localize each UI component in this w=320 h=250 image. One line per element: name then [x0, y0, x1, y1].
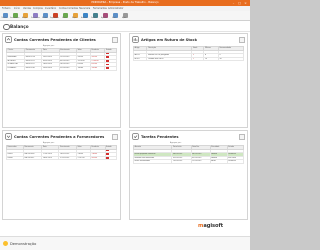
toolbar-mapas-label: Mapas [72, 18, 77, 20]
toolbar-pagamentos-label: Pagamentos [50, 18, 59, 20]
cell: 10-03-2015 [171, 159, 192, 164]
status-flag-icon [106, 63, 110, 66]
cell: 28-01-2015 [41, 155, 60, 161]
table-row[interactable]: F0008 VFA 2015/11 28-01-2015 27-02-2015 … [6, 155, 117, 161]
status-flag-icon [106, 153, 110, 155]
status-text: Demonstração [10, 241, 37, 246]
toolbar-stocks-label: Stocks [62, 18, 67, 20]
page-header: Balanço [0, 22, 250, 32]
toolbar-agenda-label: Agenda [101, 18, 107, 20]
app-window: PRIMAVERA - Empresa - Posto de Trabalho … [0, 0, 250, 250]
window-title: PRIMAVERA - Empresa - Posto de Trabalho … [91, 1, 159, 5]
menu-vendas[interactable]: Vendas [23, 7, 31, 10]
cell: 10 [203, 56, 220, 62]
toolbar-recibos-label: Recibos [42, 18, 48, 20]
panel-fornecedores-title: Contas Correntes Pendentes a Fornecedore… [14, 134, 105, 139]
menu-inventario[interactable]: Inventário [45, 7, 56, 10]
menu-inicio[interactable]: Início [14, 7, 20, 10]
magisoft-logo: magisoft [198, 223, 223, 229]
status-bar: Demonstração [0, 236, 250, 250]
page-title: Balanço [10, 24, 29, 30]
table-row[interactable]: B0107 Teclado Sem Fios PT 1 10 20 [132, 56, 244, 62]
panel-stock: Artigos em Rutura de Stock Artigo Descri… [129, 33, 248, 128]
menu-ficheiro[interactable]: Ficheiro [2, 7, 10, 10]
panel-clientes-title: Contas Correntes Pendentes de Clientes [14, 37, 96, 42]
panel-tarefas-options-button[interactable] [239, 134, 245, 140]
panel-clientes-group-label: Agrupar por: [43, 45, 55, 47]
panel-fornecedores-options-button[interactable] [112, 134, 118, 140]
menu-compras[interactable]: Compras [33, 7, 43, 10]
fornecedores-table: Fornecedor Documento Data Vencimento Val… [6, 145, 117, 161]
cell: 22-03-2015 [58, 66, 77, 71]
panel-stock-title: Artigos em Rutura de Stock [141, 37, 197, 42]
toolbar-documentos-label: Documentos [31, 18, 40, 20]
cell: Baixa [209, 159, 228, 164]
fornecedores-panel-icon [5, 133, 12, 140]
menu-administrador[interactable]: Administrador [108, 7, 123, 10]
cell-estado [104, 66, 117, 71]
tarefas-panel-icon [132, 133, 139, 140]
menu-contas-correntes[interactable]: Contas Correntes [59, 7, 78, 10]
clientes-table: Cliente Documento Data Vencimento Valor … [5, 48, 117, 71]
status-flag-icon [106, 67, 110, 69]
toolbar-clientes-label: Clientes [1, 18, 7, 20]
logo-text: agisoft [203, 223, 223, 229]
minimize-icon[interactable]: – [231, 1, 236, 5]
cell: B0107 [132, 56, 148, 62]
stock-panel-icon [132, 36, 139, 43]
cell: FORMATEX [5, 66, 26, 71]
clientes-panel-icon [5, 36, 12, 43]
panel-clientes: Contas Correntes Pendentes de Clientes A… [2, 33, 121, 128]
cell: 27-02-2015 [58, 155, 77, 161]
cell: 20 [218, 56, 244, 62]
panel-tarefas-group-label: Agrupar por: [170, 142, 182, 144]
toolbar-ajuda-label: Ajuda [122, 18, 126, 20]
cell: 150,80 [75, 66, 91, 71]
panel-clientes-options-button[interactable] [112, 37, 118, 43]
cell: F0008 [6, 155, 24, 161]
toolbar-analises-label: Análises [81, 18, 87, 20]
cell: Rever encomendas [132, 159, 173, 164]
panel-tarefas: Tarefas Pendentes Agrupar por: Assunto D… [129, 130, 248, 220]
panel-fornecedores-group-label: Agrupar por: [43, 142, 55, 144]
toolbar-artigos-label: Artigos [22, 18, 27, 20]
table-row[interactable]: Rever encomendas 10-03-2015 12-03-2015 B… [132, 159, 245, 164]
stock-table: Artigo Descrição Stock Mínimo Encomendad… [132, 46, 244, 62]
panel-fornecedores: Contas Correntes Pendentes a Fornecedore… [2, 130, 121, 220]
status-flag-icon [106, 149, 110, 152]
cell: 20-02-2015 [41, 66, 60, 71]
cell: 553,50 [89, 155, 106, 161]
cell: 150,80 [89, 66, 106, 71]
cell: 1 [191, 56, 205, 62]
tarefas-table: Assunto Data Início Data Fim Prioridade … [132, 145, 245, 164]
cell-estado [104, 155, 117, 161]
status-flag-icon [106, 157, 110, 159]
status-flag-icon [106, 56, 110, 58]
toolbar-tarefas-label: Tarefas [91, 18, 96, 20]
cell: 1.107,00 [75, 155, 91, 161]
cell: Pendente [226, 159, 245, 164]
cell: FA 2015/30 [24, 66, 43, 71]
menu-ferramentas[interactable]: Ferramentas [93, 7, 107, 10]
panel-stock-options-button[interactable] [239, 37, 245, 43]
toolbar: Clientes Fornecedores Artigos Documentos… [0, 11, 250, 21]
cell: Teclado Sem Fios PT [146, 56, 193, 62]
cell: 12-03-2015 [190, 159, 211, 164]
toolbar-fornecedores-label: Fornecedores [10, 18, 20, 20]
balanco-icon [3, 23, 10, 31]
cell: VFA 2015/11 [22, 155, 43, 161]
toolbar-email-label: Email [112, 18, 116, 20]
table-row[interactable]: FORMATEX FA 2015/30 20-02-2015 22-03-201… [5, 66, 117, 71]
status-flag-icon [106, 60, 110, 62]
maximize-icon[interactable]: □ [237, 1, 242, 5]
close-icon[interactable]: × [243, 1, 248, 5]
panel-tarefas-title: Tarefas Pendentes [141, 134, 179, 139]
demo-status-icon [3, 241, 8, 246]
menu-tesouraria[interactable]: Tesouraria [79, 7, 90, 10]
status-flag-icon [106, 52, 110, 55]
